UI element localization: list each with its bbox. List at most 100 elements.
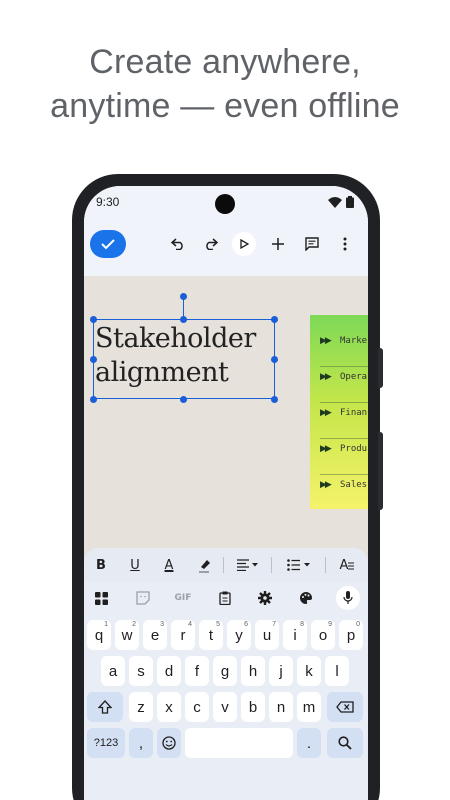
shift-key[interactable] [87,692,123,722]
key-j[interactable]: j [269,656,293,686]
divider [271,557,272,573]
headline-line-2: anytime — even offline [50,87,400,125]
text-format-bar: B U A A [84,548,368,582]
phone-screen: 9:30 Stakeholder alignment ▶▶ Marke ▶▶ O… [84,186,368,800]
gif-icon[interactable]: GIF [170,588,196,608]
emoji-key[interactable] [157,728,181,758]
resize-handle-top[interactable] [180,316,187,323]
double-arrow-icon: ▶▶ [320,444,332,454]
more-options-button[interactable] [333,232,357,256]
undo-icon [171,238,183,250]
list-style-button[interactable] [282,554,316,576]
backspace-icon [336,701,354,713]
key-w[interactable]: w2 [115,620,139,650]
key-e[interactable]: e3 [143,620,167,650]
title-text[interactable]: Stakeholder alignment [95,322,285,390]
comment-icon [305,237,319,251]
redo-button[interactable] [199,232,223,256]
text-style-glyph: A [339,557,349,573]
key-k[interactable]: k [297,656,321,686]
status-time: 9:30 [96,195,120,209]
key-y[interactable]: y6 [227,620,251,650]
key-c[interactable]: c [185,692,209,722]
text-style-lines-icon [348,562,355,570]
comma-key[interactable]: , [129,728,153,758]
highlight-button[interactable] [194,554,216,576]
power-button [378,432,383,510]
double-arrow-icon: ▶▶ [320,336,332,346]
volume-button [378,348,383,388]
more-vert-icon [343,237,347,251]
key-s[interactable]: s [129,656,153,686]
palette-icon[interactable] [295,588,317,608]
keyboard-toolbar: GIF [84,582,368,614]
list-item: ▶▶ Finan [320,408,368,418]
soft-keyboard: GIF q1 w2 e3 r4 t5 y6 u7 i8 o9 p0 a s d [84,582,368,800]
insert-button[interactable] [266,232,290,256]
key-x[interactable]: x [157,692,181,722]
front-camera [215,194,235,214]
title-line-1: Stakeholder [95,323,256,354]
mic-icon[interactable] [336,586,360,610]
key-p[interactable]: p0 [339,620,363,650]
key-v[interactable]: v [213,692,237,722]
clipboard-icon[interactable] [214,588,236,608]
title-line-2: alignment [95,357,229,388]
rotate-handle[interactable] [180,293,187,300]
key-t[interactable]: t5 [199,620,223,650]
battery-icon [346,196,354,208]
headline: Create anywhere, anytime — even offline [0,40,450,128]
comment-button[interactable] [300,232,324,256]
key-i[interactable]: i8 [283,620,307,650]
underline-button[interactable]: U [126,554,144,576]
key-h[interactable]: h [241,656,265,686]
text-color-button[interactable]: A [160,554,178,576]
redo-icon [206,238,218,250]
slide-canvas[interactable]: Stakeholder alignment ▶▶ Marke ▶▶ Opera … [84,276,368,548]
key-l[interactable]: l [325,656,349,686]
sticky-list-shape[interactable]: ▶▶ Marke ▶▶ Opera ▶▶ Finan ▶▶ Produ ▶▶ S… [310,315,368,509]
double-arrow-icon: ▶▶ [320,372,332,382]
key-r[interactable]: r4 [171,620,195,650]
undo-button[interactable] [166,232,190,256]
space-bar[interactable] [185,728,293,758]
done-button[interactable] [90,230,126,258]
resize-handle-top-right[interactable] [271,316,278,323]
shift-icon [98,700,112,714]
resize-handle-bottom[interactable] [180,396,187,403]
search-key[interactable] [327,728,363,758]
key-g[interactable]: g [213,656,237,686]
key-b[interactable]: b [241,692,265,722]
headline-line-1: Create anywhere, [89,43,361,81]
key-u[interactable]: u7 [255,620,279,650]
key-o[interactable]: o9 [311,620,335,650]
resize-handle-left[interactable] [90,356,97,363]
backspace-key[interactable] [327,692,363,722]
symbols-key[interactable]: ?123 [87,728,125,758]
key-z[interactable]: z [129,692,153,722]
present-button[interactable] [232,232,256,256]
resize-handle-right[interactable] [271,356,278,363]
key-n[interactable]: n [269,692,293,722]
align-button[interactable] [232,554,264,576]
key-d[interactable]: d [157,656,181,686]
check-icon [101,239,115,250]
key-m[interactable]: m [297,692,321,722]
editor-toolbar [84,226,368,266]
list-item: ▶▶ Sales [320,480,368,490]
resize-handle-top-left[interactable] [90,316,97,323]
text-style-button[interactable]: A [336,554,358,576]
bold-button[interactable]: B [92,554,110,576]
key-f[interactable]: f [185,656,209,686]
resize-handle-bottom-left[interactable] [90,396,97,403]
apps-icon[interactable] [90,588,112,608]
divider [325,557,326,573]
key-a[interactable]: a [101,656,125,686]
settings-icon[interactable] [254,588,276,608]
key-q[interactable]: q1 [87,620,111,650]
period-key[interactable]: . [297,728,321,758]
status-icons [328,196,354,208]
sticker-icon[interactable] [132,588,154,608]
resize-handle-bottom-right[interactable] [271,396,278,403]
list-item: ▶▶ Opera [320,372,368,382]
